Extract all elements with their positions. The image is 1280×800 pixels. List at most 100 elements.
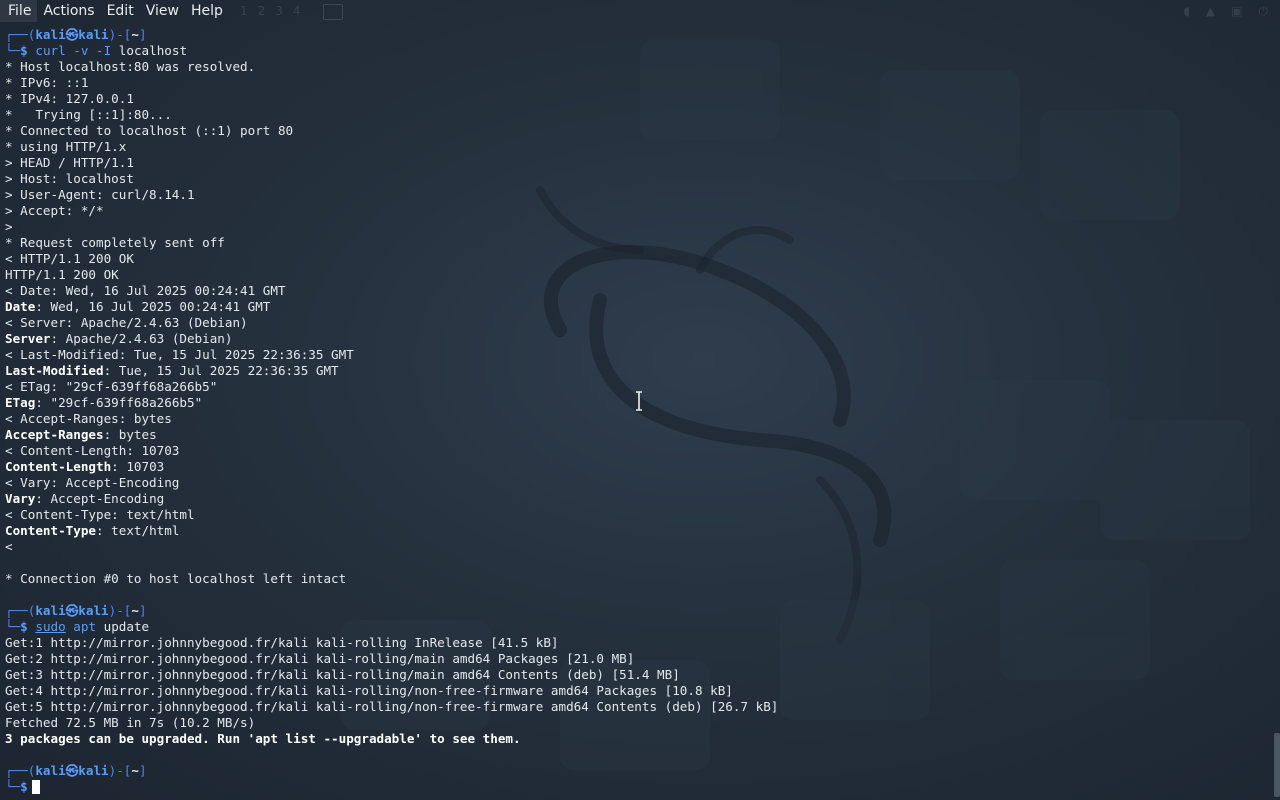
output-line: < HTTP/1.1 200 OK xyxy=(5,251,134,266)
prompt-bracket: ┌──( xyxy=(5,603,36,618)
prompt-bracket: ] xyxy=(138,763,147,778)
menu-edit[interactable]: Edit xyxy=(101,0,140,22)
response-header-line: Server: Apache/2.4.63 (Debian) xyxy=(5,331,1270,347)
terminal-cursor xyxy=(31,780,40,794)
response-header-line: Vary: Accept-Encoding xyxy=(5,491,1270,507)
output-line: Get:3 http://mirror.johnnybegood.fr/kali… xyxy=(5,667,680,682)
command-line: └─$ sudo apt update xyxy=(5,619,1270,635)
header-value: : bytes xyxy=(103,427,157,442)
prompt-bracket: )-[ xyxy=(108,27,132,42)
prompt-user: kali xyxy=(35,27,66,42)
command-token: -v -I xyxy=(65,43,119,58)
output-line: < Date: Wed, 16 Jul 2025 00:24:41 GMT xyxy=(5,283,286,298)
prompt-user: kali xyxy=(35,763,66,778)
header-value: : Wed, 16 Jul 2025 00:24:41 GMT xyxy=(35,299,271,314)
command-token: apt xyxy=(65,619,104,634)
prompt-header: ┌──(kali㉿kali)-[~] xyxy=(5,603,1270,619)
prompt-dollar: $ xyxy=(20,779,28,794)
menu-help[interactable]: Help xyxy=(185,0,229,22)
output-line: < Accept-Ranges: bytes xyxy=(5,411,172,426)
menu-actions[interactable]: Actions xyxy=(37,0,100,22)
response-header-line: Content-Type: text/html xyxy=(5,523,1270,539)
response-header-line: Date: Wed, 16 Jul 2025 00:24:41 GMT xyxy=(5,299,1270,315)
menu-view[interactable]: View xyxy=(140,0,185,22)
output-line: * using HTTP/1.x xyxy=(5,139,127,154)
command-line: └─$ curl -v -I localhost xyxy=(5,43,1270,59)
header-value: : "29cf-639ff68a266b5" xyxy=(35,395,203,410)
output-line: < Server: Apache/2.4.63 (Debian) xyxy=(5,315,248,330)
prompt-dollar: $ xyxy=(20,43,28,58)
header-name: Content-Type xyxy=(5,523,96,538)
output-line: * Request completely sent off xyxy=(5,235,225,250)
output-line: < Last-Modified: Tue, 15 Jul 2025 22:36:… xyxy=(5,347,354,362)
output-line: < Content-Length: 10703 xyxy=(5,443,180,458)
header-name: Vary xyxy=(5,491,36,506)
output-line: > xyxy=(5,219,13,234)
header-name: Server xyxy=(5,331,51,346)
command-token: localhost xyxy=(118,43,188,58)
command-token: update xyxy=(103,619,150,634)
header-name: Last-Modified xyxy=(5,363,104,378)
menu-file[interactable]: File xyxy=(0,0,38,22)
prompt-header: ┌──(kali㉿kali)-[~] xyxy=(5,763,1270,779)
output-line: Get:1 http://mirror.johnnybegood.fr/kali… xyxy=(5,635,559,650)
header-name: Date xyxy=(5,299,36,314)
terminal-menubar: File Actions Edit View Help xyxy=(0,0,1280,22)
prompt-dollar: $ xyxy=(20,619,28,634)
command-token: curl xyxy=(35,43,66,58)
prompt-bracket: )-[ xyxy=(108,603,132,618)
prompt-path: ~ xyxy=(131,27,139,42)
output-line: Fetched 72.5 MB in 7s (10.2 MB/s) xyxy=(5,715,256,730)
prompt-at: ㉿ xyxy=(65,603,79,618)
output-line: * IPv6: ::1 xyxy=(5,75,89,90)
prompt-bracket: ] xyxy=(138,603,147,618)
prompt-host: kali xyxy=(78,763,109,778)
header-name: ETag xyxy=(5,395,36,410)
text-ibeam-icon xyxy=(636,391,642,411)
prompt-corner: └─ xyxy=(5,779,21,794)
prompt-host: kali xyxy=(78,27,109,42)
header-value: : Accept-Encoding xyxy=(35,491,165,506)
output-line: > User-Agent: curl/8.14.1 xyxy=(5,187,195,202)
prompt-bracket: ┌──( xyxy=(5,27,36,42)
header-value: : 10703 xyxy=(111,459,165,474)
output-line: * IPv4: 127.0.0.1 xyxy=(5,91,134,106)
output-line: HTTP/1.1 200 OK xyxy=(5,267,119,282)
output-line: Get:4 http://mirror.johnnybegood.fr/kali… xyxy=(5,683,733,698)
terminal-scrollbar[interactable] xyxy=(1274,733,1280,797)
output-line: * Host localhost:80 was resolved. xyxy=(5,59,256,74)
output-line: < xyxy=(5,539,13,554)
terminal-output[interactable]: ┌──(kali㉿kali)-[~] └─$ curl -v -I localho… xyxy=(5,27,1270,797)
output-line: Get:5 http://mirror.johnnybegood.fr/kali… xyxy=(5,699,779,714)
prompt-host: kali xyxy=(78,603,109,618)
prompt-bracket: ] xyxy=(138,27,147,42)
header-value: : text/html xyxy=(96,523,180,538)
output-line: * Trying [::1]:80... xyxy=(5,107,172,122)
output-line: < Vary: Accept-Encoding xyxy=(5,475,180,490)
command-line: └─$ xyxy=(5,779,1270,795)
header-value: : Tue, 15 Jul 2025 22:36:35 GMT xyxy=(103,363,339,378)
prompt-bracket: )-[ xyxy=(108,763,132,778)
header-name: Accept-Ranges xyxy=(5,427,104,442)
prompt-corner: └─ xyxy=(5,619,21,634)
header-value: : Apache/2.4.63 (Debian) xyxy=(50,331,233,346)
output-line: > HEAD / HTTP/1.1 xyxy=(5,155,134,170)
output-line-bold: 3 packages can be upgraded. Run 'apt lis… xyxy=(5,731,521,746)
output-line: Get:2 http://mirror.johnnybegood.fr/kali… xyxy=(5,651,635,666)
prompt-header: ┌──(kali㉿kali)-[~] xyxy=(5,27,1270,43)
prompt-at: ㉿ xyxy=(65,763,79,778)
response-header-line: Last-Modified: Tue, 15 Jul 2025 22:36:35… xyxy=(5,363,1270,379)
response-header-line: Accept-Ranges: bytes xyxy=(5,427,1270,443)
prompt-path: ~ xyxy=(131,763,139,778)
prompt-at: ㉿ xyxy=(65,27,79,42)
command-token: sudo xyxy=(35,619,66,634)
response-header-line: Content-Length: 10703 xyxy=(5,459,1270,475)
prompt-corner: └─ xyxy=(5,43,21,58)
output-line: > Host: localhost xyxy=(5,171,134,186)
prompt-bracket: ┌──( xyxy=(5,763,36,778)
prompt-path: ~ xyxy=(131,603,139,618)
header-name: Content-Length xyxy=(5,459,112,474)
prompt-user: kali xyxy=(35,603,66,618)
